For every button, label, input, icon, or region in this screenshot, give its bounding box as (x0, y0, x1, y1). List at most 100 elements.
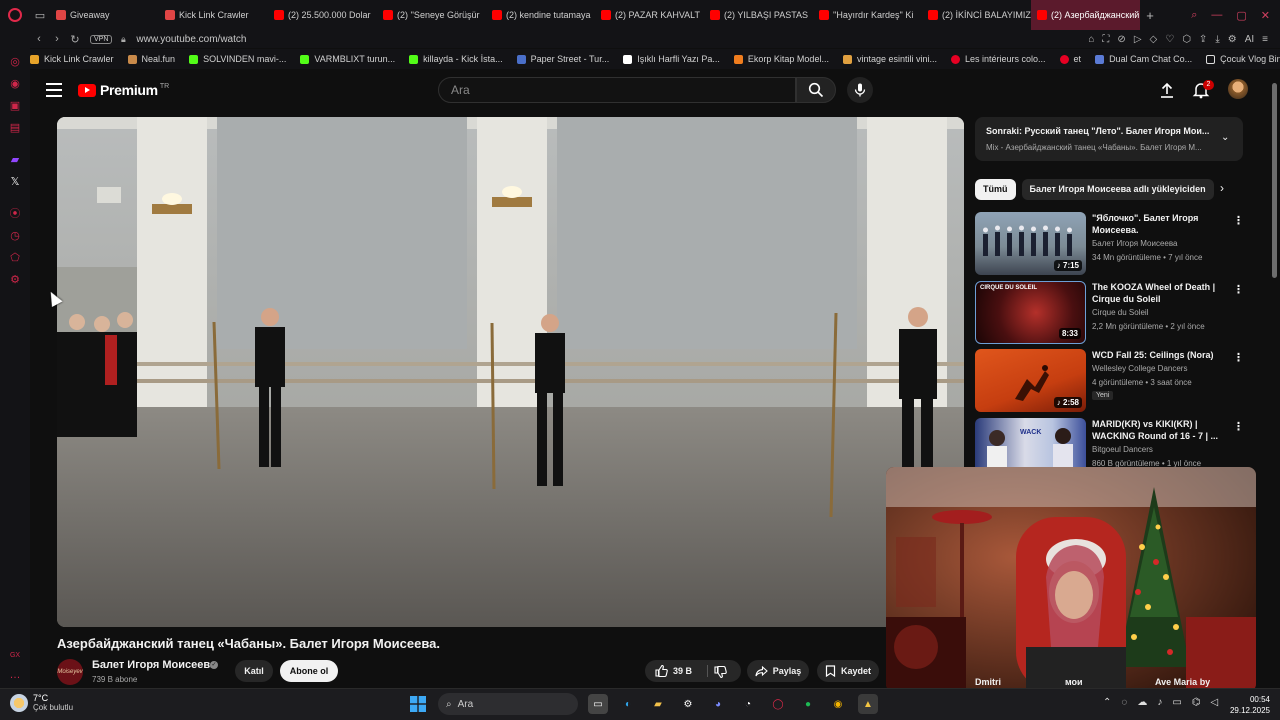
new-tab-icon[interactable]: + (1140, 0, 1160, 30)
channel-name[interactable]: Cirque du Soleil (1092, 308, 1148, 317)
bookmark-item[interactable]: Neal.fun (127, 54, 175, 64)
twitch-icon[interactable]: ▰ (8, 152, 22, 166)
bookmark-item[interactable]: Les intérieurs colo... (951, 54, 1046, 64)
bookmark-item[interactable]: et (1059, 54, 1081, 64)
save-button[interactable]: Kaydet (817, 660, 879, 682)
bookmark-item[interactable]: VARMBLIXT turun... (300, 54, 395, 64)
obs-icon[interactable]: ◔ (738, 694, 758, 714)
chip-from-uploader[interactable]: Балет Игоря Моисеева adlı yükleyiciden (1021, 178, 1214, 200)
more-options-icon[interactable]: ⋮ (1233, 351, 1244, 364)
chevron-up-icon[interactable]: ⌃ (1103, 697, 1111, 708)
menu-icon[interactable]: ≡ (1262, 34, 1268, 45)
like-count[interactable]: 39 B (673, 666, 692, 676)
chip-all[interactable]: Tümü (975, 178, 1016, 200)
url-field[interactable]: www.youtube.com/watch (136, 34, 246, 45)
bookmark-item[interactable]: Kick Link Crawler (30, 54, 114, 64)
browser-tab[interactable]: (2) ''Seneye Görüşür (377, 0, 486, 30)
subscribe-button[interactable]: Abone ol (280, 660, 338, 682)
browser-tab[interactable]: (2) YILBAŞI PASTAS (704, 0, 813, 30)
more-options-icon[interactable]: ⋮ (1233, 214, 1244, 227)
upload-icon[interactable] (1158, 81, 1176, 99)
bookmark-item[interactable]: SOLVINDEN mavi-... (189, 54, 286, 64)
extensions-icon[interactable]: ⬡ (1182, 34, 1191, 45)
close-window-icon[interactable]: ✕ (1261, 9, 1270, 22)
whatsapp-icon[interactable]: ▣ (8, 98, 22, 112)
opera-logo-icon[interactable] (0, 0, 30, 30)
browser-tab[interactable]: ''Hayırdır Kardeş'' Ki (813, 0, 922, 30)
minimize-icon[interactable]: — (1211, 9, 1222, 22)
bookmark-item[interactable]: vintage esintili vini... (842, 54, 937, 64)
next-up-panel[interactable]: Sonraki: Русский танец "Лето". Балет Иго… (975, 117, 1243, 161)
hamburger-menu-icon[interactable] (46, 83, 62, 97)
chevron-down-icon[interactable]: ⌄ (1221, 132, 1229, 143)
channel-name[interactable]: Балет Игоря Моисеева (1092, 239, 1177, 248)
bookmark-item[interactable]: Dual Cam Chat Co... (1095, 54, 1192, 64)
easy-setup-icon[interactable]: ⚙ (1228, 34, 1237, 45)
app-icon[interactable]: ▲ (858, 694, 878, 714)
share-button[interactable]: Paylaş (747, 660, 809, 682)
workspace-icon[interactable]: ▤ (8, 120, 22, 134)
bookmark-item[interactable]: killayda - Kick İsta... (409, 54, 503, 64)
player-icon[interactable]: ▷ (1134, 34, 1142, 45)
video-title[interactable]: MARID(KR) vs KIKI(KR) | WACKING Round of… (1092, 418, 1227, 442)
browser-tab[interactable]: (2) 25.500.000 Dolar (268, 0, 377, 30)
search-tabs-icon[interactable]: ⌕ (1191, 9, 1197, 22)
network-icon[interactable]: ⌬ (1192, 697, 1201, 708)
bookmark-item[interactable]: Çocuk Vlog Bingosu (1206, 54, 1280, 64)
channel-name[interactable]: Bitgoeul Dancers (1092, 445, 1153, 454)
opera-gx-icon[interactable]: ◯ (768, 694, 788, 714)
browser-tab[interactable]: Giveaway (50, 0, 159, 30)
history-icon[interactable]: ◷ (8, 228, 22, 242)
channel-name[interactable]: Wellesley College Dancers (1092, 364, 1187, 373)
share-icon[interactable]: ⇪ (1199, 34, 1207, 45)
page-scrollbar[interactable] (1272, 83, 1277, 278)
forward-icon[interactable]: › (48, 33, 66, 45)
vpn-badge[interactable]: VPN (90, 34, 113, 44)
ai-button[interactable]: AI (1245, 34, 1254, 45)
screenshot-icon[interactable]: ⛶ (1102, 34, 1109, 45)
dislike-icon[interactable] (714, 666, 727, 678)
video-thumbnail[interactable]: ♪ 2:58 (975, 349, 1086, 412)
pin-icon[interactable]: ◇ (1150, 34, 1158, 45)
player-icon[interactable]: ⦿ (8, 206, 22, 220)
file-explorer-icon[interactable]: ▰ (648, 694, 668, 714)
cloud-icon[interactable]: ☁ (1137, 697, 1147, 708)
video-thumbnail[interactable]: ♪ 7:15 (975, 212, 1086, 275)
windows-start-icon[interactable] (408, 694, 428, 714)
chevron-right-icon[interactable]: › (1220, 181, 1224, 195)
bookmark-item[interactable]: Paper Street - Tur... (516, 54, 609, 64)
voice-search-button[interactable] (847, 77, 873, 103)
clock[interactable]: 00:54 29.12.2025 (1226, 694, 1270, 716)
weather-widget[interactable]: 7°C Çok bulutlu (10, 693, 73, 712)
browser-tab[interactable]: (2) kendine tutamaya (486, 0, 595, 30)
maximize-icon[interactable]: ▢ (1236, 9, 1246, 22)
browser-tab-active[interactable]: (2) Азербайджанский× (1031, 0, 1140, 30)
search-button[interactable] (796, 77, 836, 103)
video-thumbnail[interactable]: CIRQUE DU SOLEIL 8:33 (975, 281, 1086, 344)
back-icon[interactable]: ‹ (30, 33, 48, 45)
recommended-video[interactable]: ♪ 7:15 "Яблочко". Балет Игоря Моисеева. … (975, 212, 1250, 275)
spotify-icon[interactable]: ● (798, 694, 818, 714)
video-title[interactable]: "Яблочко". Балет Игоря Моисеева. (1092, 212, 1227, 236)
account-avatar[interactable] (1228, 79, 1248, 99)
like-icon[interactable] (655, 665, 668, 677)
tray-app-icon[interactable]: ◌ (1121, 697, 1127, 708)
recommended-video[interactable]: ♪ 2:58 WCD Fall 25: Ceilings (Nora) Well… (975, 349, 1250, 412)
task-view-icon[interactable]: ▭ (588, 694, 608, 714)
video-title[interactable]: WCD Fall 25: Ceilings (Nora) (1092, 349, 1227, 361)
adblock-icon[interactable]: ⊘ (1117, 34, 1125, 45)
browser-tab[interactable]: Kick Link Crawler (159, 0, 268, 30)
more-icon[interactable]: … (8, 668, 22, 682)
channel-name[interactable]: Балет Игоря Моисеева (92, 659, 216, 671)
heart-icon[interactable]: ♡ (1165, 34, 1174, 45)
search-input[interactable] (439, 78, 795, 102)
video-title[interactable]: The KOOZA Wheel of Death | Cirque du Sol… (1092, 281, 1227, 305)
volume-icon[interactable]: ◁ (1211, 697, 1219, 708)
messenger-icon[interactable]: ◉ (8, 76, 22, 90)
aria-icon[interactable]: ◎ (8, 54, 22, 68)
youtube-logo[interactable]: Premium TR (78, 82, 169, 98)
lock-icon[interactable]: 🔒︎ (118, 34, 128, 45)
download-icon[interactable]: ⤓ (1215, 34, 1219, 45)
settings-icon[interactable]: ⚙ (678, 694, 698, 714)
extensions-icon[interactable]: ⬠ (8, 250, 22, 264)
